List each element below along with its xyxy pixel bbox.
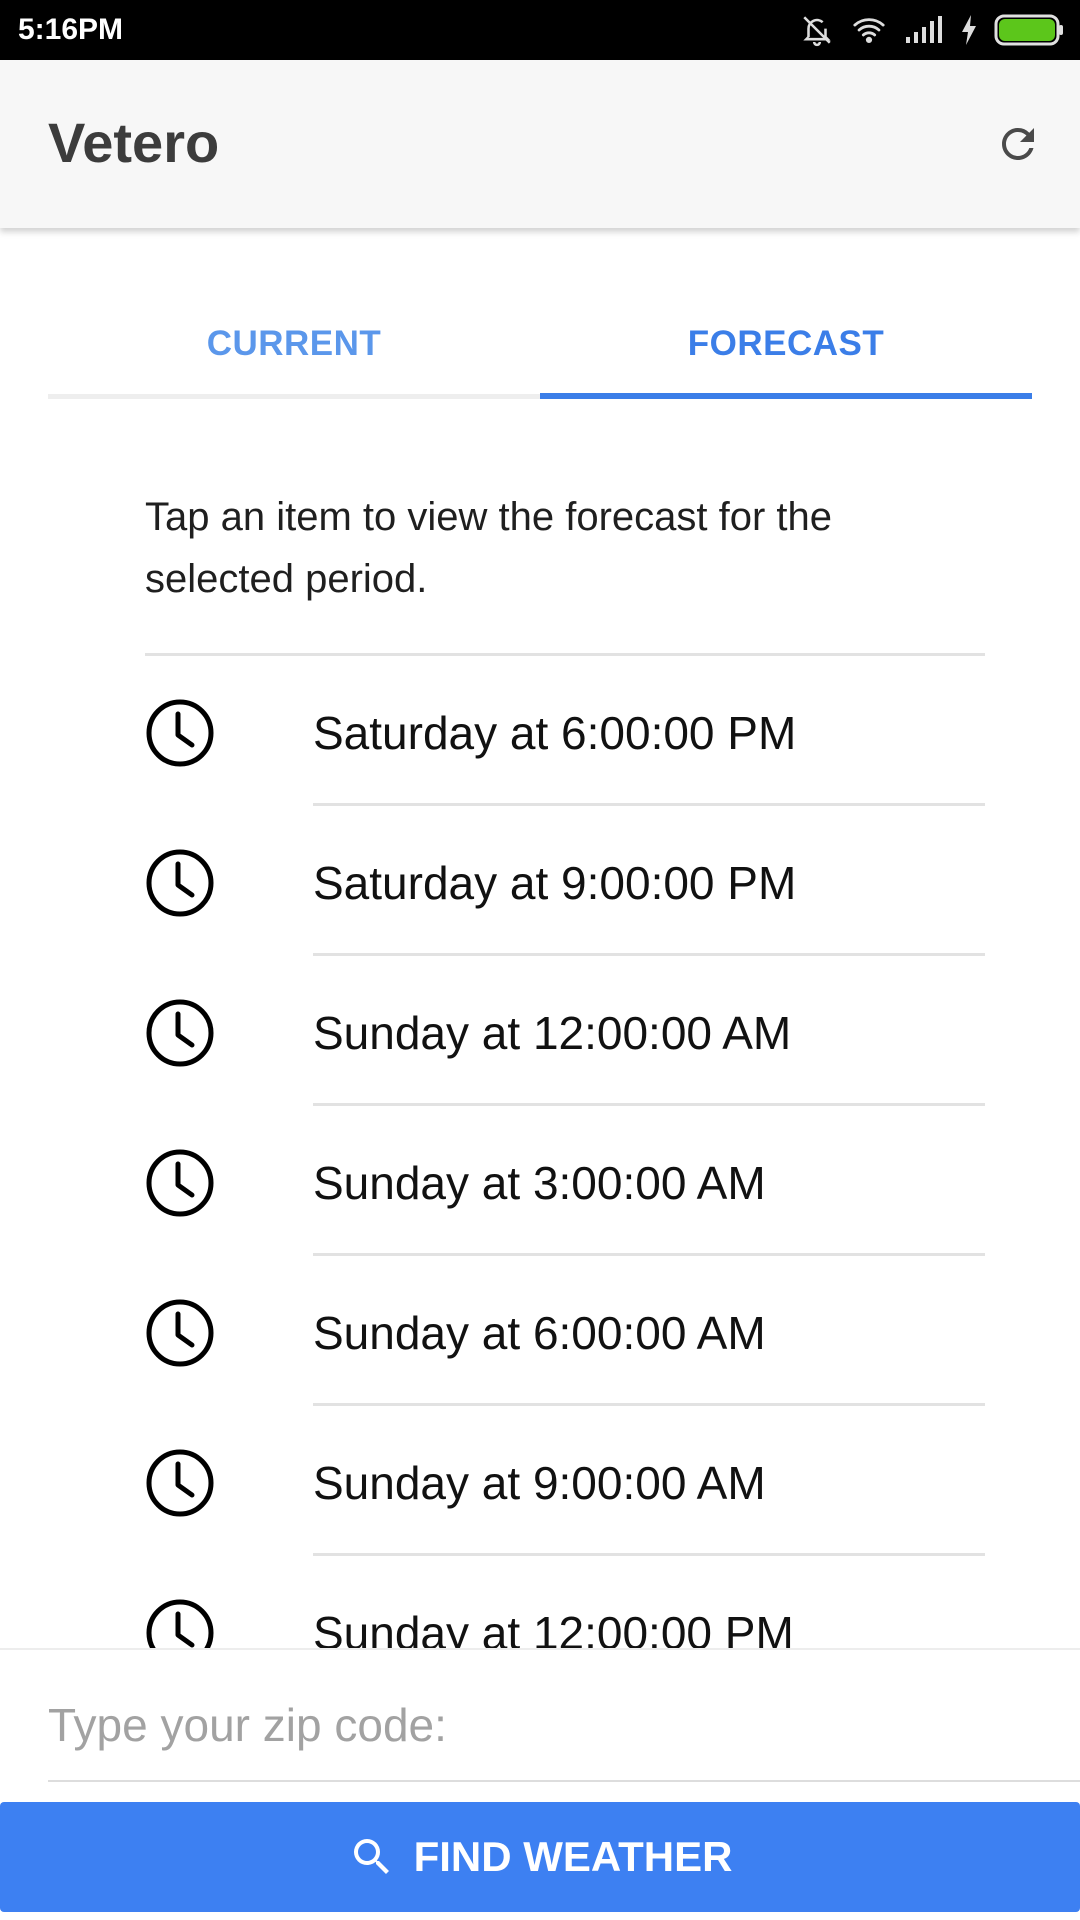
- list-item-label: Saturday at 6:00:00 PM: [313, 707, 797, 759]
- zip-code-input[interactable]: [48, 1670, 1080, 1782]
- tab-forecast[interactable]: FORECAST: [540, 290, 1032, 398]
- tab-bar: CURRENT FORECAST: [48, 290, 1032, 402]
- tab-current[interactable]: CURRENT: [48, 290, 540, 398]
- search-icon: [353, 1839, 389, 1874]
- find-weather-button[interactable]: FIND WEATHER: [0, 1802, 1080, 1912]
- status-time: 5:16PM: [18, 13, 124, 46]
- charging-icon: [960, 14, 978, 46]
- status-bar: 5:16PM: [0, 0, 1080, 60]
- clock-icon: [146, 699, 214, 767]
- find-weather-label: FIND WEATHER: [413, 1833, 733, 1880]
- list-item-label: Sunday at 6:00:00 AM: [313, 1307, 766, 1359]
- signal-icon: [904, 15, 944, 45]
- refresh-icon: [1002, 128, 1034, 160]
- refresh-button[interactable]: [986, 112, 1050, 176]
- clock-icon: [146, 1299, 214, 1367]
- clock-icon: [146, 1149, 214, 1217]
- list-item-label: Saturday at 9:00:00 PM: [313, 857, 797, 909]
- list-item[interactable]: Sunday at 12:00:00 AM: [145, 956, 985, 1106]
- app-screen: 5:16PM Vetero CURRENT FORECAST Tap an it…: [0, 0, 1080, 1920]
- forecast-hint: Tap an item to view the forecast for the…: [145, 495, 833, 601]
- list-item-label: Sunday at 12:00:00 PM: [313, 1607, 794, 1648]
- list-item[interactable]: Saturday at 9:00:00 PM: [145, 806, 985, 956]
- clock-icon: [146, 849, 214, 917]
- list-item[interactable]: Sunday at 6:00:00 AM: [145, 1256, 985, 1406]
- clock-icon: [146, 1599, 214, 1648]
- bell-off-icon: [800, 13, 834, 47]
- clock-icon: [146, 1449, 214, 1517]
- battery-icon: [994, 13, 1066, 47]
- app-bar: Vetero: [0, 60, 1080, 228]
- search-panel: FIND WEATHER: [0, 1648, 1080, 1920]
- app-title: Vetero: [48, 111, 220, 174]
- status-icons: [800, 10, 1066, 50]
- list-item[interactable]: Saturday at 6:00:00 PM: [145, 656, 985, 806]
- list-item-label: Sunday at 12:00:00 AM: [313, 1007, 792, 1059]
- wifi-icon: [850, 13, 888, 47]
- list-item[interactable]: Sunday at 3:00:00 AM: [145, 1106, 985, 1256]
- list-item[interactable]: Sunday at 9:00:00 AM: [145, 1406, 985, 1556]
- list-item[interactable]: Sunday at 12:00:00 PM: [145, 1556, 985, 1648]
- list-item-label: Sunday at 9:00:00 AM: [313, 1457, 766, 1509]
- forecast-list[interactable]: Saturday at 6:00:00 PM Saturday at 9:00:…: [145, 653, 985, 1648]
- tab-indicator: [540, 393, 1032, 399]
- clock-icon: [146, 999, 214, 1067]
- list-item-label: Sunday at 3:00:00 AM: [313, 1157, 766, 1209]
